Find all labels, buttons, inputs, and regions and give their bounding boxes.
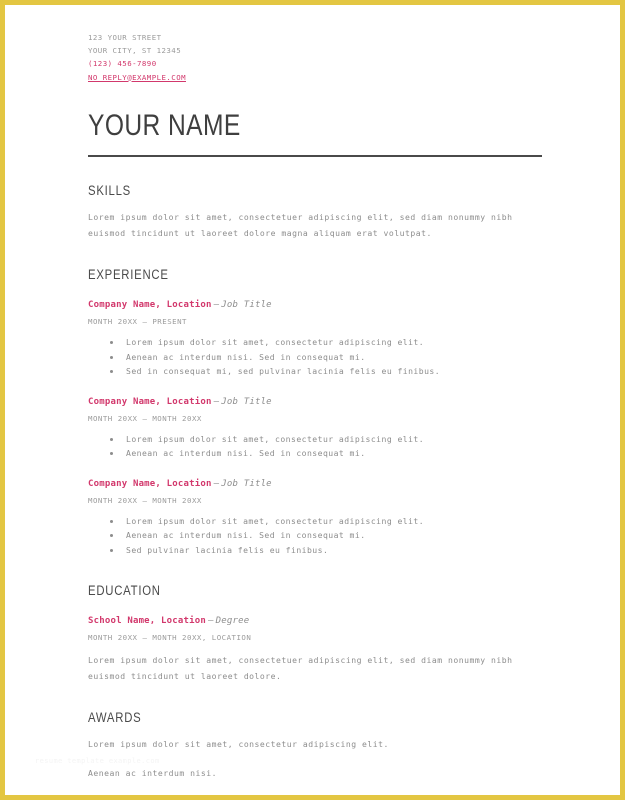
list-item: Lorem ipsum dolor sit amet, consectetur … bbox=[110, 514, 542, 529]
page-title: YOUR NAME bbox=[88, 108, 241, 142]
section-title-awards: AWARDS bbox=[88, 710, 142, 726]
list-item: Sed pulvinar lacinia felis eu finibus. bbox=[110, 543, 542, 558]
education-degree: Degree bbox=[215, 616, 250, 627]
contact-city-state-zip: YOUR CITY, ST 12345 bbox=[88, 46, 182, 56]
skills-body: Lorem ipsum dolor sit amet, consectetuer… bbox=[88, 212, 513, 238]
education-separator: – bbox=[208, 616, 214, 627]
list-item: Aenean ac interdum nisi. Sed in consequa… bbox=[110, 350, 542, 365]
experience-org: Company Name, Location bbox=[88, 300, 212, 311]
experience-dates: MONTH 20XX – MONTH 20XX bbox=[88, 495, 202, 505]
education-entry: School Name, Location – Degree MONTH 20XX … bbox=[88, 614, 542, 684]
education-school: School Name, Location bbox=[88, 616, 206, 627]
experience-bullets: Lorem ipsum dolor sit amet, consectetur … bbox=[88, 335, 542, 379]
experience-separator: – bbox=[213, 300, 220, 311]
experience-dates: MONTH 20XX – PRESENT bbox=[88, 317, 187, 327]
list-item: Aenean ac interdum nisi. Sed in consequa… bbox=[110, 528, 542, 543]
education-dates: MONTH 20XX – MONTH 20XX, LOCATION bbox=[88, 633, 252, 643]
experience-entry-heading: Company Name, Location – Job Title bbox=[88, 298, 542, 312]
experience-entry: Company Name, Location – Job Title MONTH 2… bbox=[88, 477, 542, 558]
section-experience: EXPERIENCE Company Name, Location – Job Ti… bbox=[88, 267, 542, 557]
list-item: Lorem ipsum dolor sit amet, consectetur … bbox=[110, 335, 542, 350]
experience-role: Job Title bbox=[221, 396, 272, 407]
section-title-education: EDUCATION bbox=[88, 583, 161, 599]
resume-content: 123 YOUR STREET YOUR CITY, ST 12345 (123… bbox=[5, 5, 620, 795]
contact-email[interactable]: NO_REPLY@EXAMPLE.COM bbox=[88, 71, 542, 84]
experience-dates: MONTH 20XX – MONTH 20XX bbox=[88, 413, 202, 423]
education-description: Lorem ipsum dolor sit amet, consectetuer… bbox=[88, 655, 513, 681]
experience-org: Company Name, Location bbox=[88, 396, 212, 407]
experience-role: Job Title bbox=[221, 300, 272, 311]
experience-role: Job Title bbox=[221, 478, 272, 489]
contact-phone[interactable]: (123) 456-7890 bbox=[88, 57, 542, 70]
award-item: Aenean ac interdum nisi. bbox=[88, 767, 217, 778]
list-item: Sed in consequat mi, sed pulvinar lacini… bbox=[110, 364, 542, 379]
contact-street: 123 YOUR STREET bbox=[88, 33, 162, 42]
education-entry-heading: School Name, Location – Degree bbox=[88, 614, 542, 628]
contact-block: 123 YOUR STREET YOUR CITY, ST 12345 (123… bbox=[88, 31, 542, 84]
title-divider bbox=[88, 154, 542, 158]
watermark: resume template example.com bbox=[35, 757, 160, 765]
list-item: Aenean ac interdum nisi. Sed in consequa… bbox=[110, 446, 542, 461]
experience-separator: – bbox=[213, 478, 220, 489]
experience-entry: Company Name, Location – Job Title MONTH 2… bbox=[88, 298, 542, 379]
list-item: Lorem ipsum dolor sit amet, consectetur … bbox=[110, 432, 542, 447]
experience-separator: – bbox=[213, 396, 220, 407]
experience-bullets: Lorem ipsum dolor sit amet, consectetur … bbox=[88, 514, 542, 558]
experience-entry: Company Name, Location – Job Title MONTH 2… bbox=[88, 395, 542, 461]
award-item: Lorem ipsum dolor sit amet, consectetur … bbox=[88, 739, 389, 750]
experience-bullets: Lorem ipsum dolor sit amet, consectetur … bbox=[88, 432, 542, 461]
section-title-experience: EXPERIENCE bbox=[88, 267, 169, 283]
experience-entry-heading: Company Name, Location – Job Title bbox=[88, 395, 542, 409]
section-title-skills: SKILLS bbox=[88, 183, 131, 199]
resume-page: 123 YOUR STREET YOUR CITY, ST 12345 (123… bbox=[0, 0, 625, 800]
experience-org: Company Name, Location bbox=[88, 478, 212, 489]
section-skills: SKILLS Lorem ipsum dolor sit amet, conse… bbox=[88, 183, 542, 241]
section-education: EDUCATION School Name, Location – Degree M… bbox=[88, 583, 542, 684]
experience-entry-heading: Company Name, Location – Job Title bbox=[88, 477, 542, 491]
section-awards: AWARDS Lorem ipsum dolor sit amet, conse… bbox=[88, 710, 542, 781]
